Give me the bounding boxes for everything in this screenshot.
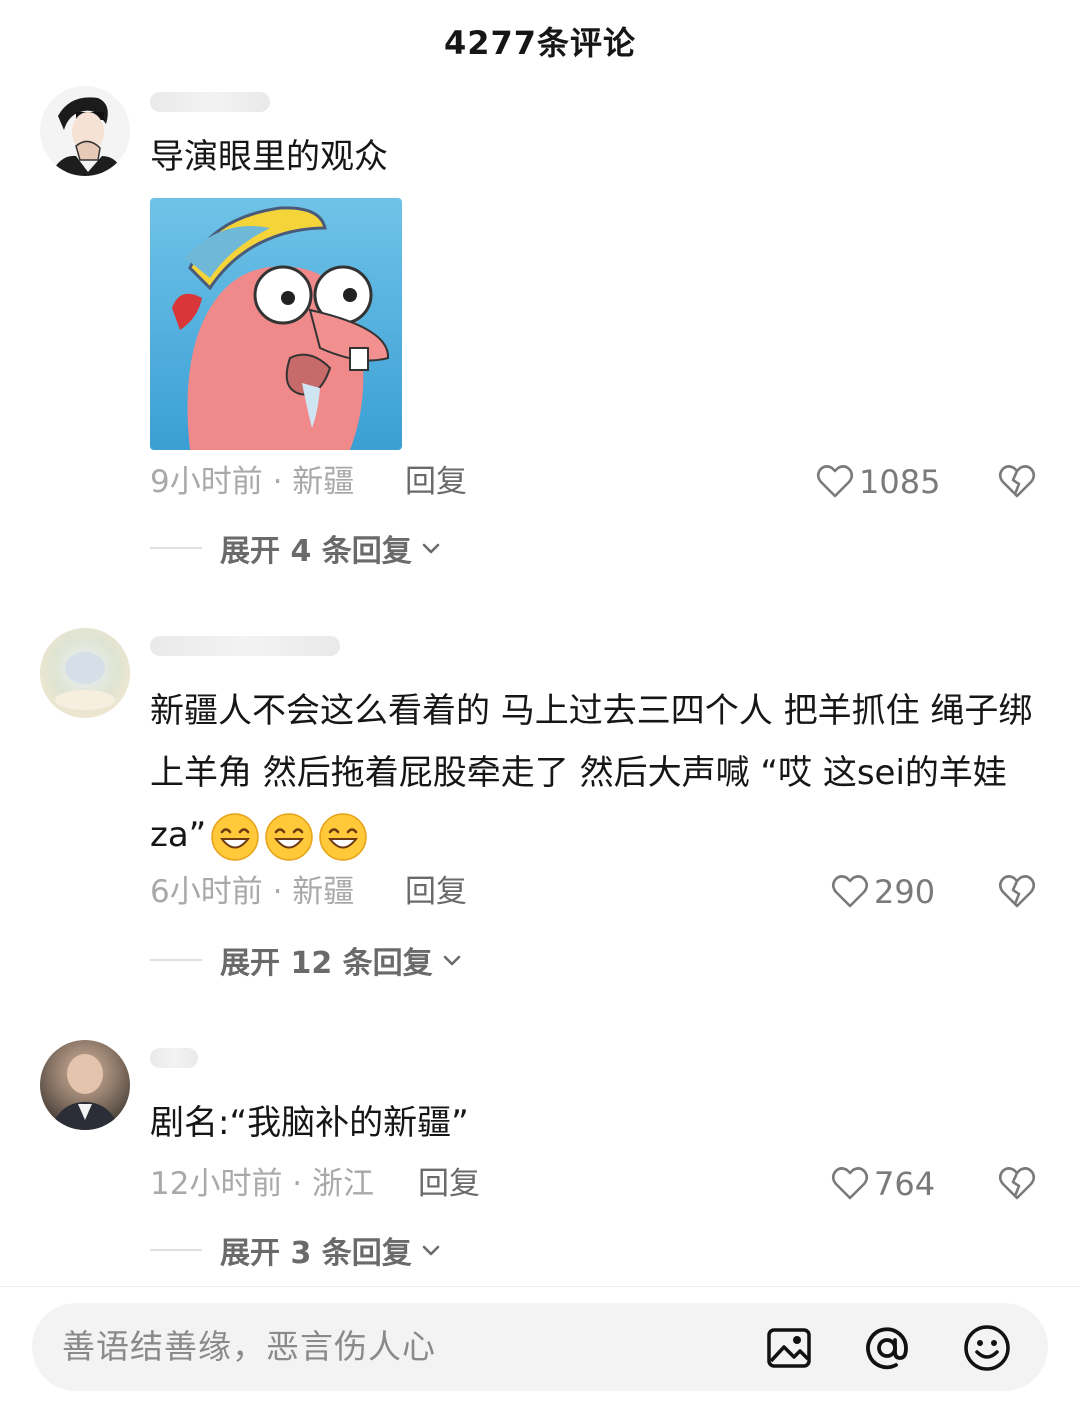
expand-replies[interactable]: 展开 4 条回复	[150, 528, 444, 569]
expand-replies-label: 展开 12 条回复	[220, 946, 433, 981]
reply-button[interactable]: 回复	[418, 1162, 480, 1206]
like-count: 290	[874, 873, 936, 911]
chevron-down-icon	[422, 1245, 440, 1256]
broken-heart-icon[interactable]	[997, 1164, 1037, 1204]
grin-emoji-icon	[211, 812, 260, 861]
broken-heart-icon[interactable]	[997, 872, 1037, 912]
avatar-image	[40, 628, 130, 718]
comment-input[interactable]: 善语结善缘，恶言伤人心	[32, 1303, 1048, 1391]
comment-time: 6小时前	[150, 874, 263, 910]
divider	[150, 1249, 202, 1251]
heart-outline-icon	[831, 1167, 869, 1200]
username-blurred[interactable]	[150, 636, 340, 656]
comments-header-title: 4277条评论	[443, 24, 637, 62]
comment-text: 剧名:“我脑补的新疆”	[150, 1103, 469, 1143]
like-button[interactable]: 764	[830, 1162, 935, 1206]
at-icon[interactable]	[862, 1323, 912, 1373]
like-count: 764	[874, 1165, 936, 1203]
broken-heart-icon[interactable]	[997, 462, 1037, 502]
avatar-image	[40, 86, 130, 176]
comment-location: 浙江	[312, 1166, 375, 1202]
avatar[interactable]	[40, 628, 130, 718]
heart-outline-icon	[816, 465, 854, 498]
username-blurred[interactable]	[150, 1048, 198, 1068]
meta-separator: ·	[262, 874, 293, 910]
meta-separator: ·	[262, 464, 293, 500]
expand-replies-label: 展开 4 条回复	[220, 534, 412, 569]
comment-location: 新疆	[292, 874, 355, 910]
reply-button[interactable]: 回复	[405, 870, 467, 914]
image-icon[interactable]	[764, 1323, 814, 1373]
patrick-sticker	[150, 198, 402, 450]
comment-meta: 9小时前 · 新疆	[150, 460, 354, 504]
heart-outline-icon	[831, 875, 869, 908]
divider	[150, 959, 202, 961]
like-button[interactable]: 1085	[815, 460, 940, 504]
chevron-down-icon	[422, 543, 440, 554]
avatar[interactable]	[40, 86, 130, 176]
sticker-image[interactable]	[150, 198, 402, 450]
divider	[150, 547, 202, 549]
comment-time: 9小时前	[150, 464, 263, 500]
username-blurred[interactable]	[150, 92, 270, 112]
chevron-down-icon	[443, 955, 460, 966]
comment-meta: 6小时前 · 新疆	[150, 870, 354, 914]
input-placeholder: 善语结善缘，恶言伤人心	[62, 1327, 436, 1366]
expand-replies[interactable]: 展开 12 条回复	[150, 940, 465, 981]
avatar-image	[40, 1040, 130, 1130]
avatar[interactable]	[40, 1040, 130, 1130]
comment-composer-bar: 善语结善缘，恶言伤人心	[0, 1286, 1080, 1427]
grin-emoji-icon	[319, 812, 368, 861]
comment-meta: 12小时前 · 浙江	[150, 1162, 374, 1206]
comment-location: 新疆	[292, 464, 355, 500]
reply-button[interactable]: 回复	[405, 460, 467, 504]
grin-emoji-icon	[265, 812, 314, 861]
comment-time: 12小时前	[150, 1166, 283, 1202]
comment-text: 新疆人不会这么看着的 马上过去三四个人 把羊抓住 绳子绑上羊角 然后拖着屁股牵走…	[150, 680, 1040, 866]
like-button[interactable]: 290	[830, 870, 935, 914]
smiley-icon[interactable]	[962, 1323, 1012, 1373]
expand-replies-label: 展开 3 条回复	[220, 1236, 412, 1271]
comment-text: 导演眼里的观众	[150, 137, 388, 177]
meta-separator: ·	[282, 1166, 313, 1202]
expand-replies[interactable]: 展开 3 条回复	[150, 1230, 444, 1271]
like-count: 1085	[859, 463, 941, 501]
